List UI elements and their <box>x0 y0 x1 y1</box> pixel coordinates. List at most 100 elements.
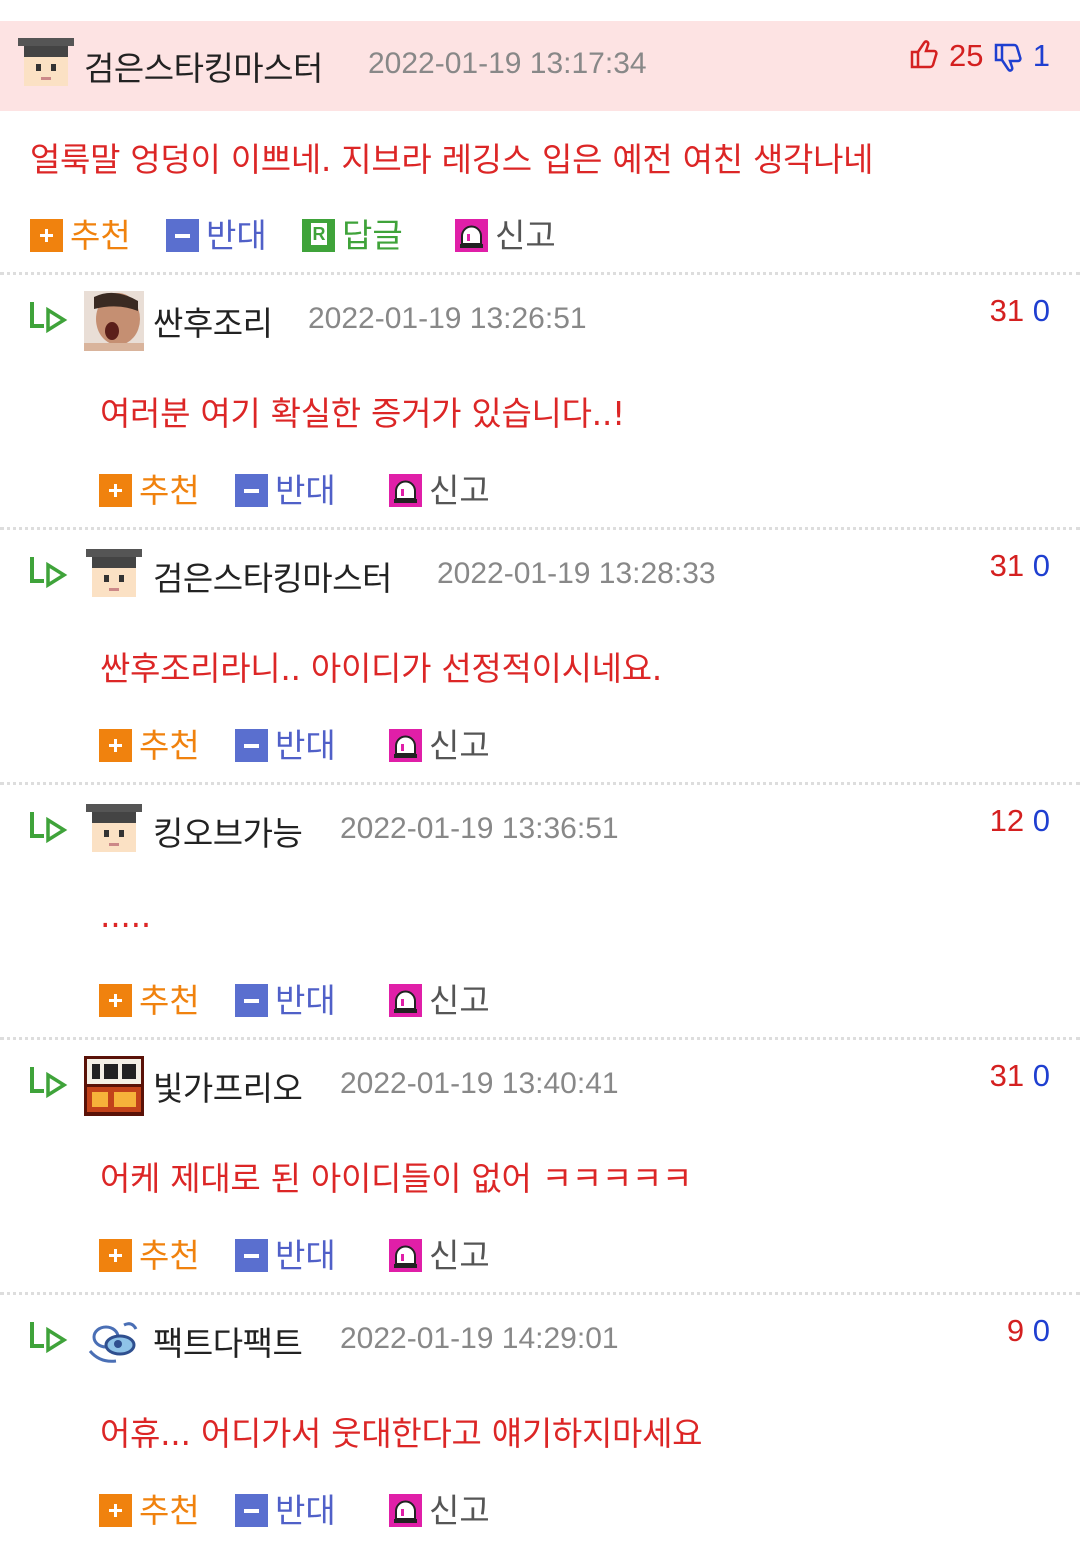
comment-author[interactable]: 팩트다팩트 <box>153 1317 303 1365</box>
comment-author[interactable]: 킹오브가능 <box>153 807 303 855</box>
report-label: 신고 <box>495 216 556 255</box>
reply-arrow-icon <box>30 1322 68 1354</box>
downvote-count: 0 <box>1032 1058 1050 1093</box>
report-label: 신고 <box>429 981 490 1020</box>
minus-icon <box>235 474 268 507</box>
oppose-label: 반대 <box>275 471 336 510</box>
vote-counts: 31 0 <box>990 548 1050 584</box>
downvote-count: 0 <box>1032 803 1050 838</box>
avatar[interactable] <box>84 291 144 351</box>
oppose-label: 반대 <box>275 1236 336 1275</box>
comment-date: 2022-01-19 13:40:41 <box>340 1067 619 1100</box>
downvote-count: 0 <box>1032 548 1050 583</box>
reply-arrow-icon <box>30 1067 68 1099</box>
divider <box>0 527 1080 530</box>
comment-body: 얼룩말 엉덩이 이쁘네. 지브라 레깅스 입은 예전 여친 생각나네 <box>30 140 874 179</box>
recommend-label: 추천 <box>139 1236 200 1275</box>
downvote-count: 1 <box>1032 38 1050 73</box>
divider <box>0 1037 1080 1040</box>
upvote-count: 25 <box>949 38 984 73</box>
downvote-count: 0 <box>1032 293 1050 328</box>
comment-body: ..... <box>100 896 151 935</box>
plus-icon <box>30 219 63 252</box>
comment-actions: 추천 반대 신고 <box>99 1233 519 1275</box>
avatar[interactable] <box>16 35 76 95</box>
minus-icon <box>235 1494 268 1527</box>
upvote-count: 31 <box>989 1058 1025 1093</box>
comment-date: 2022-01-19 13:17:34 <box>368 47 647 80</box>
avatar[interactable] <box>84 546 144 606</box>
siren-icon <box>389 474 422 507</box>
comment-date: 2022-01-19 13:28:33 <box>437 557 716 590</box>
recommend-label: 추천 <box>139 471 200 510</box>
thumbs-up-icon[interactable] <box>908 38 940 70</box>
divider <box>0 782 1080 785</box>
comment-actions: 추천 반대 신고 <box>99 468 519 510</box>
comment-actions: 추천 반대 답글 신고 <box>30 213 590 255</box>
vote-counts: 12 0 <box>990 803 1050 839</box>
plus-icon <box>99 1239 132 1272</box>
minus-icon <box>235 729 268 762</box>
avatar[interactable] <box>84 1311 144 1371</box>
minus-icon <box>235 1239 268 1272</box>
avatar[interactable] <box>84 801 144 861</box>
reply-arrow-icon <box>30 557 68 589</box>
comment-date: 2022-01-19 13:26:51 <box>308 302 587 335</box>
reply-label: 답글 <box>342 216 403 255</box>
comment-author[interactable]: 검은스타킹마스터 <box>84 42 323 90</box>
vote-counts: 31 0 <box>990 1058 1050 1094</box>
comment-body: 어휴... 어디가서 웃대한다고 얘기하지마세요 <box>100 1414 703 1453</box>
siren-icon <box>389 1494 422 1527</box>
recommend-label: 추천 <box>139 1491 200 1530</box>
plus-icon <box>99 729 132 762</box>
photo-avatar-icon <box>84 291 144 351</box>
recommend-label: 추천 <box>139 981 200 1020</box>
comment-actions: 추천 반대 신고 <box>99 723 519 765</box>
comment-body: 여러분 여기 확실한 증거가 있습니다..! <box>100 394 625 433</box>
report-label: 신고 <box>429 726 490 765</box>
comment-author[interactable]: 싼후조리 <box>153 297 273 345</box>
report-label: 신고 <box>429 471 490 510</box>
oppose-label: 반대 <box>275 726 336 765</box>
thumbs-down-icon[interactable] <box>992 42 1024 74</box>
vote-counts: 25 1 <box>908 38 1050 74</box>
siren-icon <box>389 984 422 1017</box>
comment-date: 2022-01-19 14:29:01 <box>340 1322 619 1355</box>
reply-r-icon <box>302 219 335 252</box>
recommend-label: 추천 <box>70 216 131 255</box>
plus-icon <box>99 984 132 1017</box>
upvote-count: 9 <box>1006 1313 1025 1348</box>
report-label: 신고 <box>429 1491 490 1530</box>
comment-author[interactable]: 검은스타킹마스터 <box>153 552 392 600</box>
divider <box>0 272 1080 275</box>
comment-author[interactable]: 빛가프리오 <box>153 1062 303 1110</box>
minus-icon <box>235 984 268 1017</box>
comment-body: 어케 제대로 된 아이디들이 없어 ㅋㅋㅋㅋㅋ <box>100 1159 693 1198</box>
siren-icon <box>455 219 488 252</box>
plus-icon <box>99 1494 132 1527</box>
plus-icon <box>99 474 132 507</box>
upvote-count: 12 <box>989 803 1025 838</box>
siren-icon <box>389 1239 422 1272</box>
comment-thread: 검은스타킹마스터 2022-01-19 13:17:34 25 1 얼룩말 엉덩… <box>0 0 1080 1543</box>
oppose-label: 반대 <box>275 981 336 1020</box>
divider <box>0 1292 1080 1295</box>
reply-arrow-icon <box>30 812 68 844</box>
vote-counts: 31 0 <box>990 293 1050 329</box>
reply-arrow-icon <box>30 302 68 334</box>
vote-counts: 9 0 <box>1007 1313 1050 1349</box>
doodle-avatar-icon <box>84 1311 144 1371</box>
downvote-count: 0 <box>1032 1313 1050 1348</box>
pixel-graduate-avatar-icon <box>84 801 144 861</box>
oppose-label: 반대 <box>275 1491 336 1530</box>
minus-icon <box>166 219 199 252</box>
siren-icon <box>389 729 422 762</box>
oppose-label: 반대 <box>206 216 267 255</box>
badge-avatar-icon <box>84 1056 144 1116</box>
avatar[interactable] <box>84 1056 144 1116</box>
pixel-graduate-avatar-icon <box>16 35 76 95</box>
upvote-count: 31 <box>989 293 1025 328</box>
comment-body: 싼후조리라니.. 아이디가 선정적이시네요. <box>100 649 662 688</box>
comment-date: 2022-01-19 13:36:51 <box>340 812 619 845</box>
recommend-label: 추천 <box>139 726 200 765</box>
